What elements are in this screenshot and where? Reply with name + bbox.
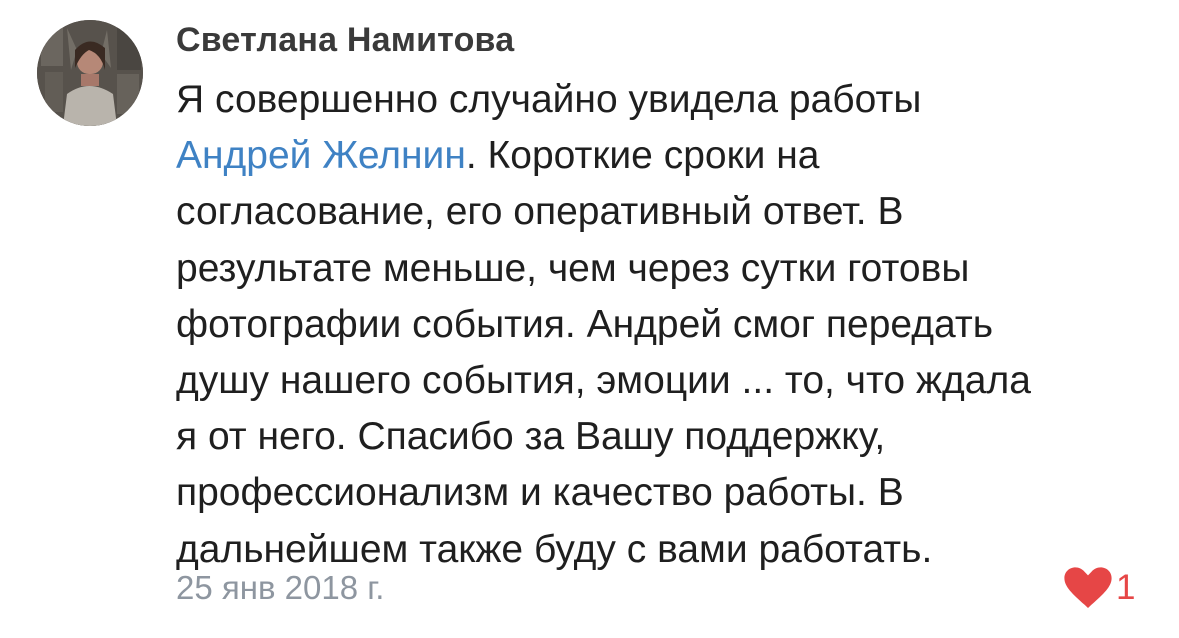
- like-button[interactable]: 1: [1064, 566, 1135, 610]
- heart-icon: [1064, 567, 1112, 608]
- comment-line: согласование, его оперативный ответ. В: [176, 184, 1161, 240]
- comment-line: Я совершенно случайно увидела работы: [176, 72, 1161, 128]
- comment-text: Я совершенно случайно увидела работы Анд…: [176, 72, 1161, 578]
- mention-link[interactable]: Андрей Желнин: [176, 134, 466, 177]
- line-text: . Короткие сроки на: [465, 134, 820, 178]
- line-text: душу нашего события, эмоции ... то, что …: [176, 359, 1031, 403]
- comment-date[interactable]: 25 янв 2018 г.: [176, 566, 384, 610]
- comment-line: фотографии события. Андрей смог передать: [176, 297, 1161, 353]
- comment-line: Андрей Желнин. Короткие сроки на: [176, 128, 1161, 184]
- comment-line: результате меньше, чем через сутки готов…: [176, 241, 1161, 297]
- comment-line: профессионализм и качество работы. В: [176, 465, 1161, 521]
- line-text: я от него. Спасибо за Вашу поддержку,: [176, 415, 886, 459]
- comment-line: я от него. Спасибо за Вашу поддержку,: [176, 409, 1161, 465]
- line-text: результате меньше, чем через сутки готов…: [176, 246, 970, 290]
- line-text: Я совершенно случайно увидела работы: [176, 78, 922, 121]
- line-text: дальнейшем также буду с вами работать.: [176, 527, 933, 571]
- like-count: 1: [1116, 568, 1136, 607]
- comment: Светлана Намитова Я совершенно случайно …: [0, 0, 1179, 638]
- line-text: профессионализм и качество работы. В: [176, 471, 904, 515]
- author-name[interactable]: Светлана Намитова: [176, 18, 514, 62]
- avatar[interactable]: [37, 20, 143, 126]
- comment-line: душу нашего события, эмоции ... то, что …: [176, 353, 1161, 409]
- line-text: согласование, его оперативный ответ. В: [176, 190, 904, 234]
- avatar-photo: [37, 20, 143, 126]
- line-text: фотографии события. Андрей смог передать: [176, 302, 994, 346]
